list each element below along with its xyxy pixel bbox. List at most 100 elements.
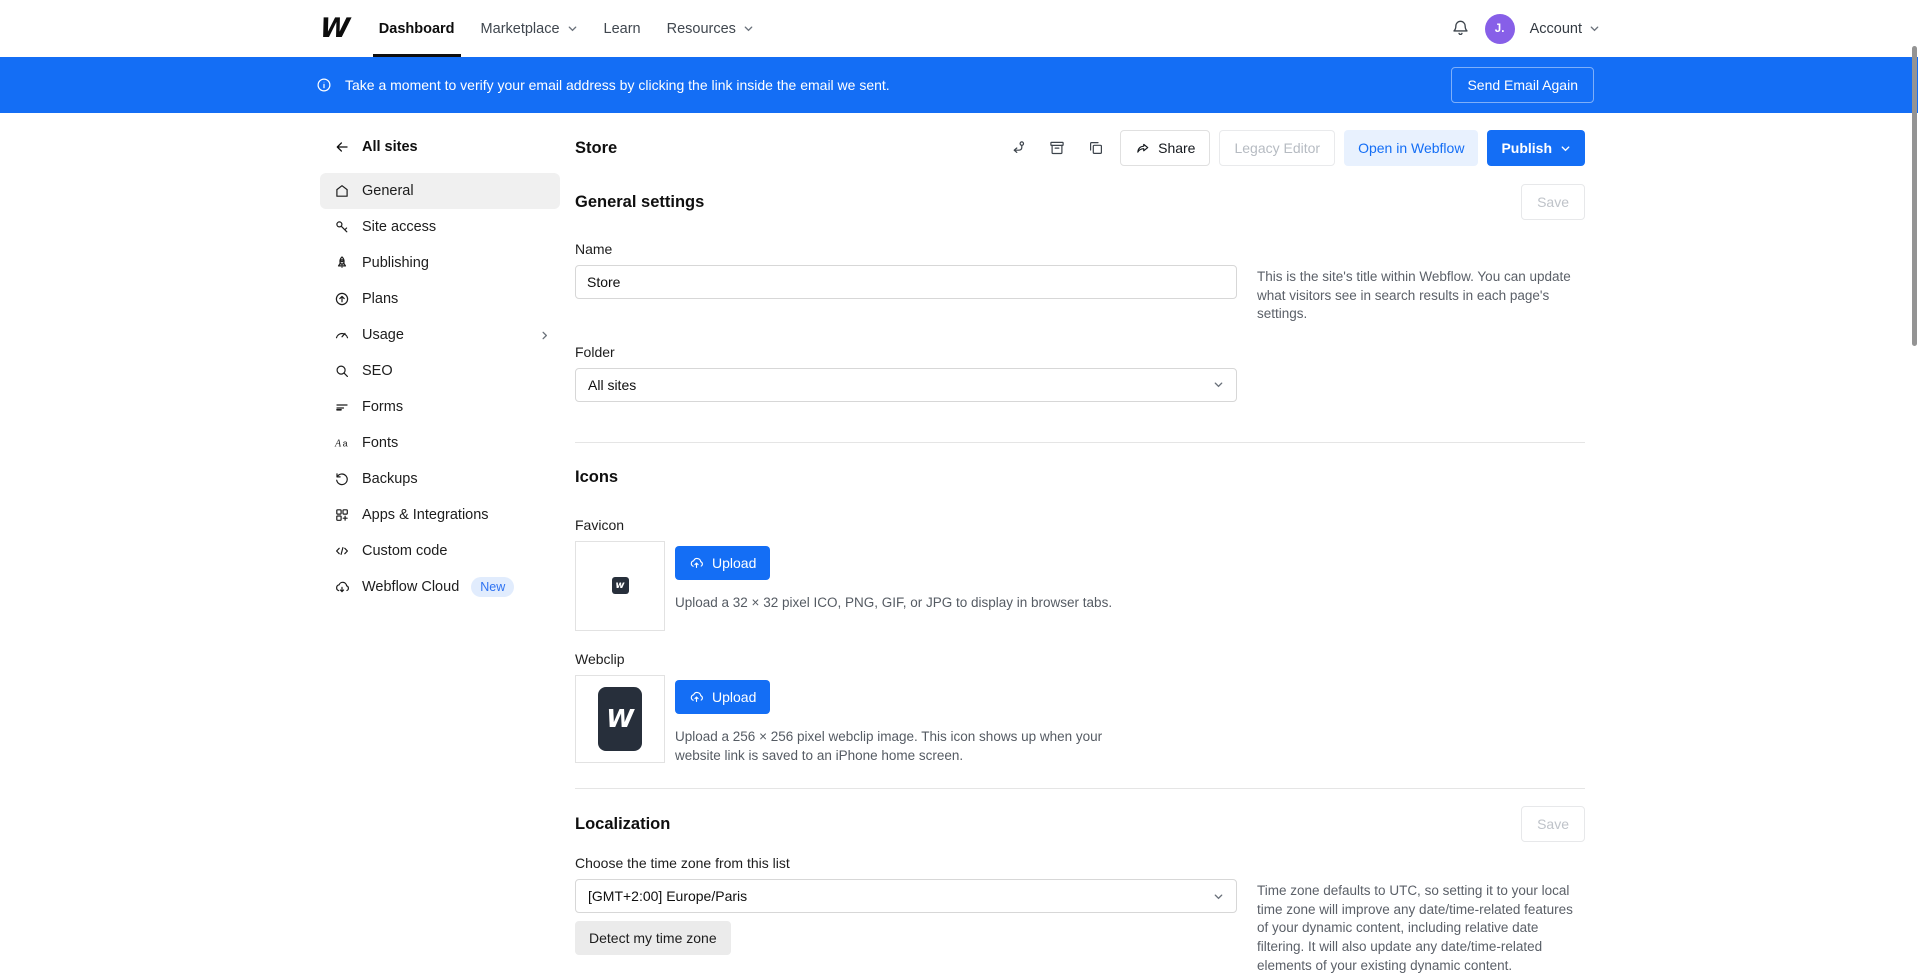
share-button[interactable]: Share bbox=[1120, 130, 1210, 166]
open-in-webflow-button[interactable]: Open in Webflow bbox=[1344, 130, 1478, 166]
sidebar-item-label: Site access bbox=[362, 219, 550, 235]
rocket-icon bbox=[334, 255, 350, 271]
timezone-value: [GMT+2:00] Europe/Paris bbox=[588, 888, 747, 904]
nav-tab-resources[interactable]: Resources bbox=[654, 0, 767, 57]
upload-cloud-icon bbox=[689, 689, 704, 704]
svg-text:A: A bbox=[334, 439, 342, 450]
account-menu[interactable]: Account bbox=[1530, 21, 1600, 37]
sidebar-item-forms[interactable]: Forms bbox=[320, 389, 560, 425]
divider bbox=[575, 788, 1585, 789]
content: All sites General Site access Publishing… bbox=[0, 113, 1918, 975]
notifications-bell-icon[interactable] bbox=[1451, 19, 1470, 38]
verify-email-banner: Take a moment to verify your email addre… bbox=[0, 57, 1918, 113]
banner-text: Take a moment to verify your email addre… bbox=[345, 77, 890, 93]
avatar[interactable]: J. bbox=[1485, 14, 1515, 44]
sidebar-item-site-access[interactable]: Site access bbox=[320, 209, 560, 245]
gauge-icon bbox=[334, 327, 350, 343]
section-title: General settings bbox=[575, 193, 704, 212]
upload-label: Upload bbox=[712, 555, 756, 571]
site-name-input[interactable] bbox=[575, 265, 1237, 299]
sidebar-item-backups[interactable]: Backups bbox=[320, 461, 560, 497]
chevron-down-icon bbox=[743, 23, 754, 34]
webclip-preview: W bbox=[575, 675, 665, 763]
favicon-upload-button[interactable]: Upload bbox=[675, 546, 770, 580]
localization-section-head: Localization Save bbox=[575, 805, 1585, 843]
sidebar-item-label: Webflow Cloud bbox=[362, 579, 459, 595]
name-label: Name bbox=[575, 241, 1585, 257]
arrow-left-icon bbox=[334, 139, 350, 155]
chevron-down-icon bbox=[1213, 891, 1224, 902]
nav-tab-learn[interactable]: Learn bbox=[591, 0, 654, 57]
nav-tabs: Dashboard Marketplace Learn Resources bbox=[366, 0, 767, 57]
sidebar-item-usage[interactable]: Usage bbox=[320, 317, 560, 353]
transfer-site-icon[interactable] bbox=[1003, 132, 1033, 164]
info-icon bbox=[316, 77, 332, 93]
timezone-help-text: Time zone defaults to UTC, so setting it… bbox=[1257, 879, 1585, 975]
svg-text:a: a bbox=[343, 439, 348, 449]
sidebar-item-fonts[interactable]: Aa Fonts bbox=[320, 425, 560, 461]
back-to-all-sites[interactable]: All sites bbox=[320, 131, 560, 163]
scrollbar[interactable] bbox=[1912, 46, 1917, 346]
favicon-image: w bbox=[612, 577, 629, 594]
page-title: Store bbox=[575, 139, 617, 158]
code-icon bbox=[334, 543, 350, 559]
chevron-down-icon bbox=[1213, 379, 1224, 390]
header-actions: Share Legacy Editor Open in Webflow Publ… bbox=[1003, 130, 1585, 166]
favicon-upload-block: w Upload Upload a 32 × 32 pixel ICO, PNG… bbox=[575, 541, 1585, 631]
sidebar-item-label: Backups bbox=[362, 471, 550, 487]
home-icon bbox=[334, 183, 350, 199]
share-arrow-icon bbox=[1135, 141, 1150, 156]
sidebar-item-custom-code[interactable]: Custom code bbox=[320, 533, 560, 569]
chevron-right-icon bbox=[539, 330, 550, 341]
duplicate-icon[interactable] bbox=[1081, 132, 1111, 164]
key-icon bbox=[334, 219, 350, 235]
webflow-logo-icon[interactable]: W bbox=[319, 15, 351, 42]
sidebar-item-label: Fonts bbox=[362, 435, 550, 451]
archive-icon[interactable] bbox=[1042, 132, 1072, 164]
timezone-select[interactable]: [GMT+2:00] Europe/Paris bbox=[575, 879, 1237, 913]
sidebar-item-webflow-cloud[interactable]: Webflow Cloud New bbox=[320, 569, 560, 605]
settings-sidebar: All sites General Site access Publishing… bbox=[320, 113, 560, 605]
folder-label: Folder bbox=[575, 344, 1585, 360]
favicon-help-text: Upload a 32 × 32 pixel ICO, PNG, GIF, or… bbox=[675, 593, 1112, 613]
folder-select[interactable]: All sites bbox=[575, 368, 1237, 402]
form-lines-icon bbox=[334, 399, 350, 415]
legacy-editor-button[interactable]: Legacy Editor bbox=[1219, 130, 1335, 166]
upload-label: Upload bbox=[712, 689, 756, 705]
sidebar-item-plans[interactable]: Plans bbox=[320, 281, 560, 317]
apps-grid-icon bbox=[334, 507, 350, 523]
icons-section-head: Icons bbox=[575, 459, 1585, 497]
webclip-upload-block: W Upload Upload a 256 × 256 pixel webcli… bbox=[575, 675, 1585, 766]
nav-tab-marketplace[interactable]: Marketplace bbox=[468, 0, 591, 57]
search-icon bbox=[334, 363, 350, 379]
favicon-preview: w bbox=[575, 541, 665, 631]
chevron-down-icon bbox=[567, 23, 578, 34]
sidebar-item-label: Usage bbox=[362, 327, 527, 343]
banner-message: Take a moment to verify your email addre… bbox=[316, 77, 890, 93]
back-label: All sites bbox=[362, 139, 418, 155]
nav-tab-label: Dashboard bbox=[379, 21, 455, 37]
sidebar-item-label: General bbox=[362, 183, 550, 199]
restore-icon bbox=[334, 471, 350, 487]
sidebar-item-label: Custom code bbox=[362, 543, 550, 559]
webclip-image: W bbox=[598, 687, 642, 751]
favicon-label: Favicon bbox=[575, 517, 1585, 533]
webclip-help-text: Upload a 256 × 256 pixel webclip image. … bbox=[675, 727, 1145, 766]
cloud-icon bbox=[334, 579, 350, 595]
detect-timezone-button[interactable]: Detect my time zone bbox=[575, 921, 731, 955]
divider bbox=[575, 442, 1585, 443]
sidebar-item-publishing[interactable]: Publishing bbox=[320, 245, 560, 281]
send-email-again-button[interactable]: Send Email Again bbox=[1451, 67, 1594, 103]
sidebar-item-seo[interactable]: SEO bbox=[320, 353, 560, 389]
sidebar-item-apps-integrations[interactable]: Apps & Integrations bbox=[320, 497, 560, 533]
publish-button[interactable]: Publish bbox=[1487, 130, 1585, 166]
webclip-upload-button[interactable]: Upload bbox=[675, 680, 770, 714]
sidebar-item-general[interactable]: General bbox=[320, 173, 560, 209]
chevron-down-icon bbox=[1560, 143, 1571, 154]
save-button[interactable]: Save bbox=[1521, 806, 1585, 842]
save-button[interactable]: Save bbox=[1521, 184, 1585, 220]
folder-value: All sites bbox=[588, 377, 636, 393]
sidebar-item-label: SEO bbox=[362, 363, 550, 379]
new-badge: New bbox=[471, 577, 514, 597]
nav-tab-dashboard[interactable]: Dashboard bbox=[366, 0, 468, 57]
